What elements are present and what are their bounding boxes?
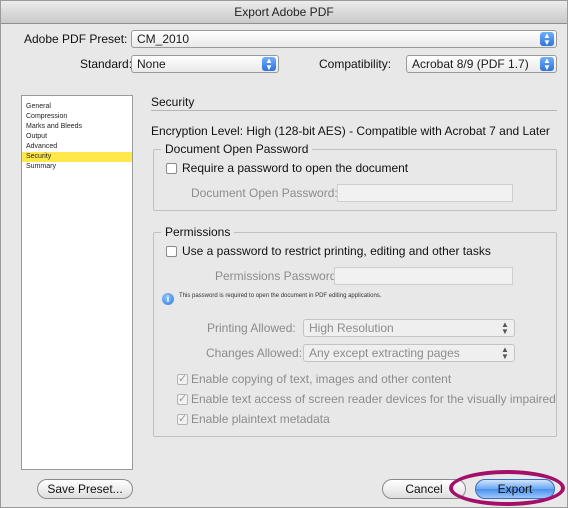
open-password-field[interactable] <box>337 184 513 202</box>
permissions-password-field[interactable] <box>334 267 513 285</box>
preset-select[interactable]: CM_2010 ▲ ▼ <box>131 30 557 48</box>
stepper-icon: ▲ ▼ <box>540 57 554 72</box>
sidebar-item-advanced[interactable]: Advanced <box>22 142 132 152</box>
compatibility-label: Compatibility: <box>319 57 392 71</box>
save-preset-button[interactable]: Save Preset... <box>37 479 133 499</box>
printing-allowed-label: Printing Allowed: <box>207 321 296 335</box>
preset-value: CM_2010 <box>137 32 190 46</box>
enable-screen-reader-checkbox[interactable] <box>177 392 188 405</box>
export-pdf-dialog: Export Adobe PDF Adobe PDF Preset: CM_20… <box>0 0 568 508</box>
permissions-info-text: This password is required to open the do… <box>179 293 382 299</box>
enable-screen-reader-label: Enable text access of screen reader devi… <box>191 392 556 406</box>
use-permissions-password-checkbox[interactable] <box>166 246 177 257</box>
stepper-icon: ▲ ▼ <box>501 320 509 336</box>
dialog-title: Export Adobe PDF <box>1 1 567 24</box>
permissions-password-field-label: Permissions Password: <box>215 269 340 283</box>
annotation-ring <box>449 470 565 506</box>
standard-select[interactable]: None ▲ ▼ <box>131 55 279 73</box>
sidebar: General Compression Marks and Bleeds Out… <box>21 95 133 470</box>
require-password-checkbox[interactable] <box>166 163 177 174</box>
printing-allowed-value: High Resolution <box>309 321 394 335</box>
stepper-icon: ▲ ▼ <box>501 345 509 361</box>
use-permissions-password-label: Use a password to restrict printing, edi… <box>182 244 491 258</box>
encryption-level-text: Encryption Level: High (128-bit AES) - C… <box>151 124 550 138</box>
compatibility-value: Acrobat 8/9 (PDF 1.7) <box>412 57 529 71</box>
sidebar-item-compression[interactable]: Compression <box>22 112 132 122</box>
changes-allowed-label: Changes Allowed: <box>206 346 303 360</box>
enable-plaintext-metadata-label: Enable plaintext metadata <box>191 412 330 426</box>
stepper-icon: ▲ ▼ <box>262 57 276 72</box>
require-password-label: Require a password to open the document <box>182 161 409 175</box>
sidebar-item-security[interactable]: Security <box>22 152 132 162</box>
sidebar-item-general[interactable]: General <box>22 102 132 112</box>
compatibility-select[interactable]: Acrobat 8/9 (PDF 1.7) ▲ ▼ <box>406 55 557 73</box>
enable-copying-checkbox[interactable] <box>177 372 188 385</box>
open-password-field-label: Document Open Password: <box>191 186 338 200</box>
sidebar-item-output[interactable]: Output <box>22 132 132 142</box>
preset-label: Adobe PDF Preset: <box>24 32 128 46</box>
standard-label: Standard: <box>80 57 133 71</box>
printing-allowed-select[interactable]: High Resolution ▲ ▼ <box>303 319 515 337</box>
changes-allowed-select[interactable]: Any except extracting pages ▲ ▼ <box>303 344 515 362</box>
permissions-legend: Permissions <box>161 225 235 239</box>
open-password-legend: Document Open Password <box>161 142 313 156</box>
enable-copying-label: Enable copying of text, images and other… <box>191 372 452 386</box>
enable-plaintext-metadata-checkbox[interactable] <box>177 412 188 425</box>
stepper-icon: ▲ ▼ <box>540 32 554 47</box>
info-icon: i <box>162 293 174 305</box>
changes-allowed-value: Any except extracting pages <box>309 346 460 360</box>
sidebar-item-marks-and-bleeds[interactable]: Marks and Bleeds <box>22 122 132 132</box>
standard-value: None <box>137 57 166 71</box>
section-divider <box>151 110 557 111</box>
sidebar-item-summary[interactable]: Summary <box>22 162 132 172</box>
section-title: Security <box>151 95 195 109</box>
